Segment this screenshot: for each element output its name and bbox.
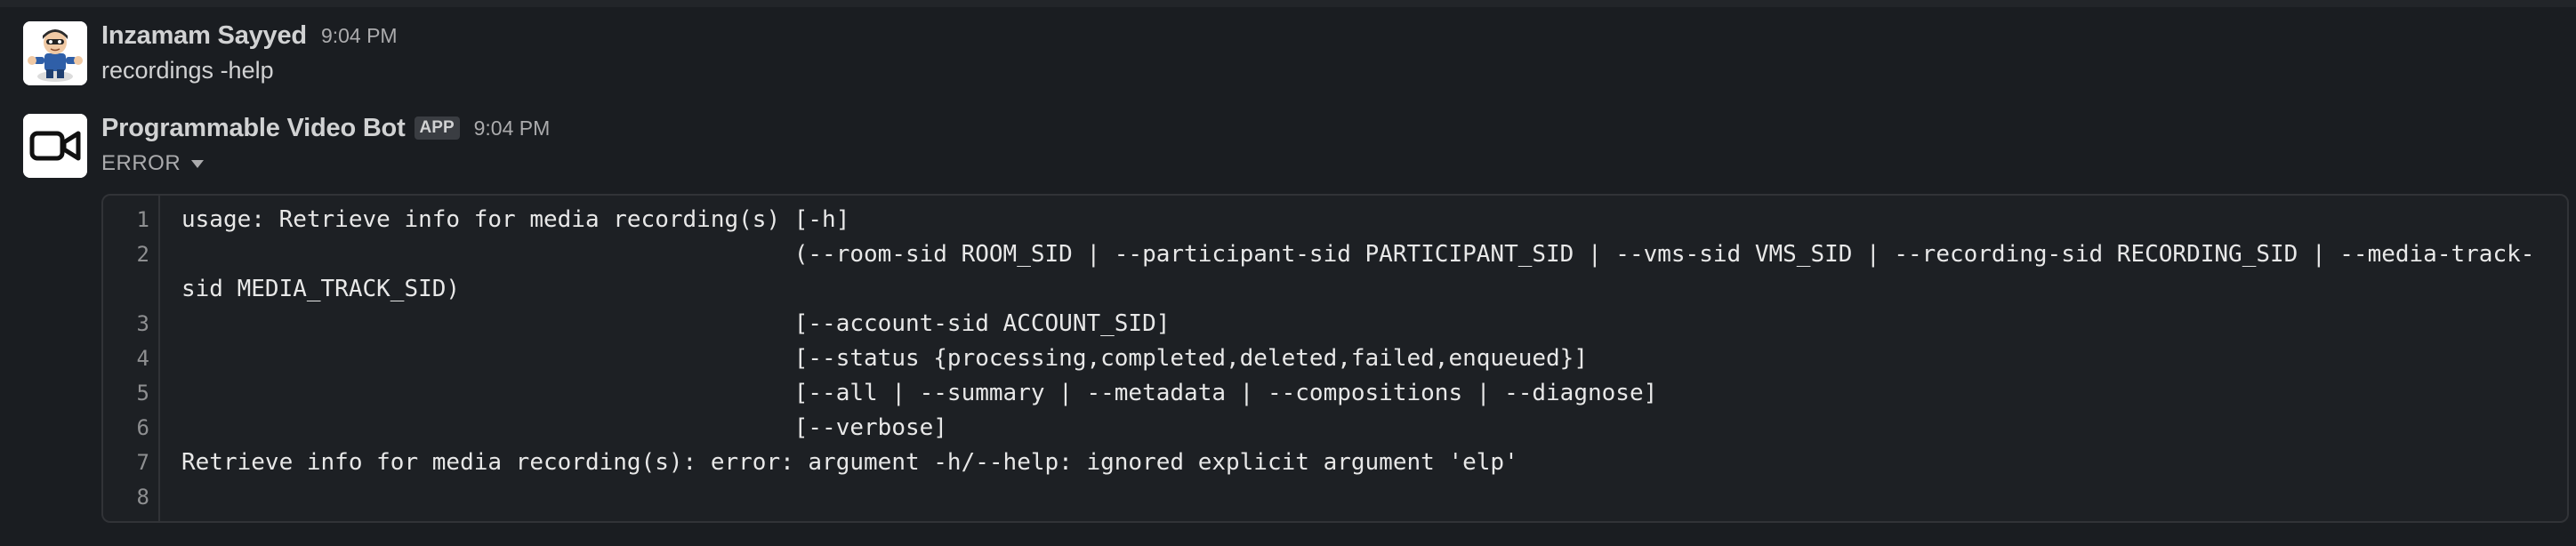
code-line: Retrieve info for media recording(s): er… (181, 449, 1518, 476)
status-label: ERROR (101, 151, 181, 175)
line-number: 5 (136, 381, 149, 405)
code-line: sid MEDIA_TRACK_SID) (181, 276, 461, 302)
timestamp[interactable]: 9:04 PM (474, 116, 551, 141)
line-number: 3 (136, 311, 149, 336)
code-line: (--room-sid ROOM_SID | --participant-sid… (181, 241, 2535, 268)
code-line: [--all | --summary | --metadata | --comp… (181, 380, 1658, 406)
code-line: usage: Retrieve info for media recording… (181, 206, 850, 233)
code-line: [--account-sid ACCOUNT_SID] (181, 310, 1171, 337)
sender-name[interactable]: Programmable Video Bot (101, 114, 406, 143)
line-number: 2 (136, 242, 149, 267)
line-number: 7 (136, 450, 149, 475)
code-line: [--verbose] (181, 414, 947, 441)
line-number: 4 (136, 346, 149, 371)
timestamp[interactable]: 9:04 PM (321, 24, 398, 48)
cartoon-user-avatar-icon[interactable] (23, 21, 87, 85)
status-dropdown[interactable]: ERROR (101, 151, 205, 176)
code-line: [--status {processing,completed,deleted,… (181, 345, 1588, 372)
caret-down-icon (191, 159, 205, 168)
top-strip (0, 0, 2576, 7)
app-badge: APP (414, 116, 460, 140)
message-bot: Programmable Video Bot APP 9:04 PM ERROR… (0, 108, 2576, 526)
line-number: 8 (136, 485, 149, 510)
code-block: 1 2 3 4 5 6 7 8 usage: Retrieve info for… (101, 194, 2569, 523)
message-header: Inzamam Sayyed 9:04 PM (101, 16, 398, 55)
message-header: Programmable Video Bot APP 9:04 PM (101, 108, 550, 148)
line-number: 6 (136, 415, 149, 440)
line-number-gutter: 1 2 3 4 5 6 7 8 (103, 196, 160, 521)
video-camera-icon[interactable] (23, 114, 87, 178)
sender-name[interactable]: Inzamam Sayyed (101, 21, 307, 51)
line-number: 1 (136, 207, 149, 232)
message-text: recordings -help (101, 57, 274, 84)
message-user: Inzamam Sayyed 9:04 PM recordings -help (0, 16, 2576, 96)
